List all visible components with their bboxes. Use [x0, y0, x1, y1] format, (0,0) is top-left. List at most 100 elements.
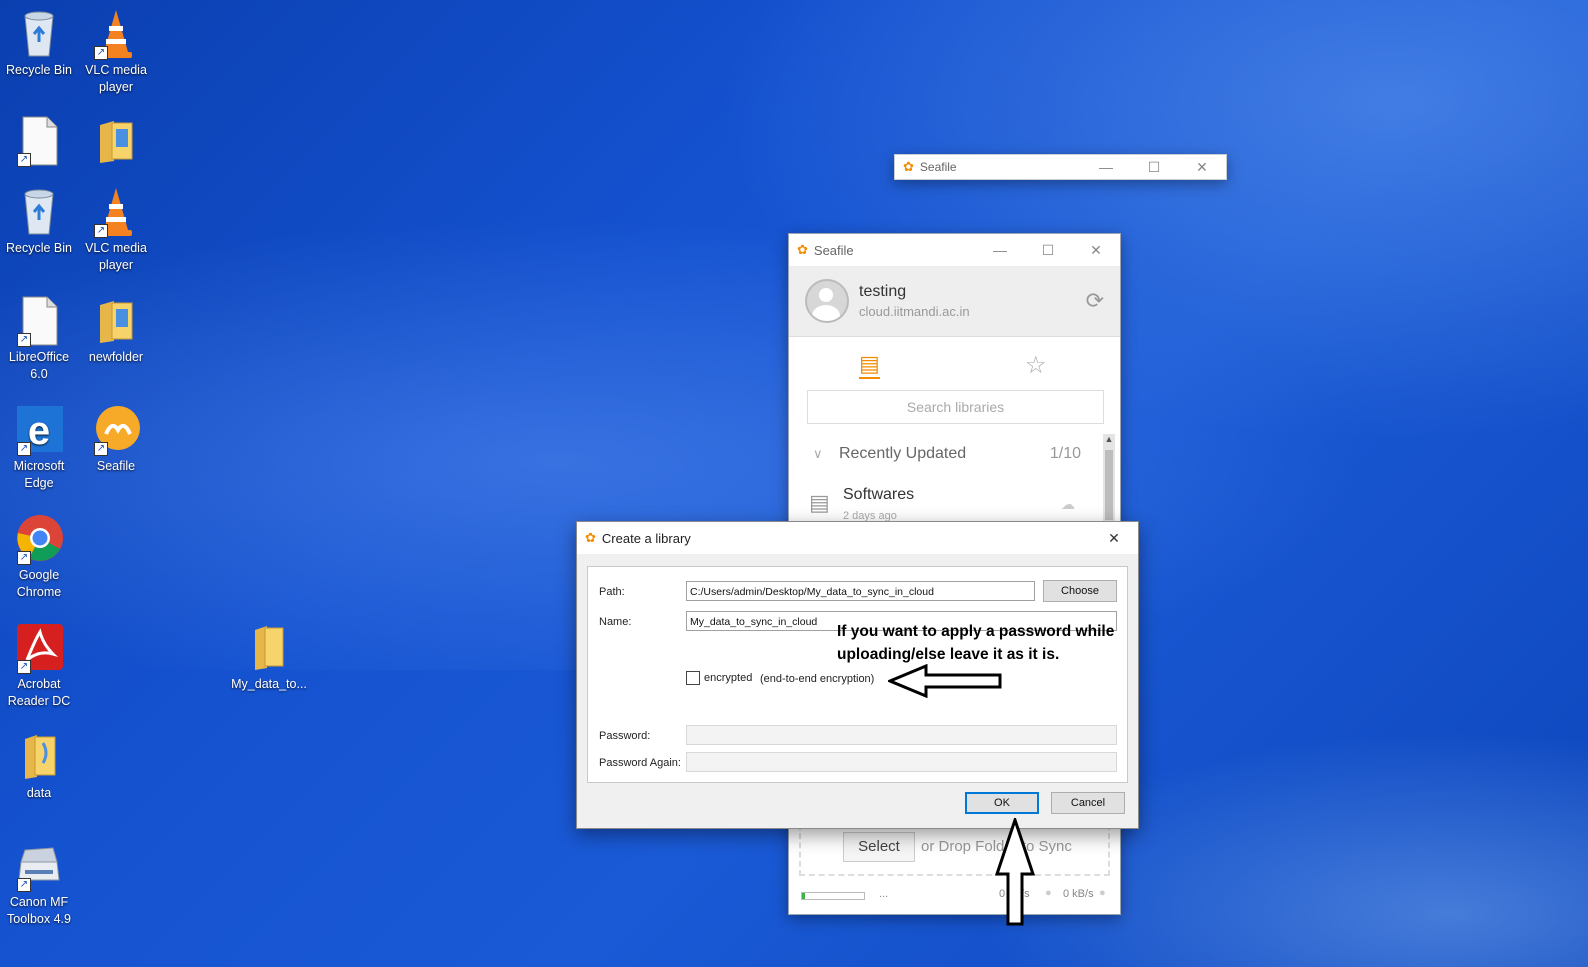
desktop-icon-label: Google Chrome	[16, 568, 62, 599]
upload-rate: 0 kB/s	[1063, 888, 1094, 900]
desktop-icon-data[interactable]: data	[0, 731, 78, 802]
desktop-icon-chrome[interactable]: ↗ Google Chrome	[0, 513, 78, 601]
encrypted-hint: (end-to-end encryption)	[760, 673, 875, 685]
scrollbar-thumb[interactable]	[1105, 450, 1113, 520]
maximize-button[interactable]: ☐	[1024, 242, 1072, 259]
window-title: Seafile	[813, 242, 854, 258]
edge-icon: e ↗	[15, 404, 63, 456]
encrypted-label: encrypted	[704, 672, 753, 684]
desktop-icon-vlc-1[interactable]: ↗ VLC media player	[77, 8, 155, 96]
desktop-icon-edge[interactable]: e ↗ Microsoft Edge	[0, 404, 78, 492]
desktop-icon-canon[interactable]: ↗ Canon MF Toolbox 4.9	[0, 840, 78, 928]
tab-starred[interactable]: ☆	[1025, 351, 1047, 380]
seafile-logo-icon: ✿	[585, 530, 596, 545]
dialog-form: Path: C:/Users/admin/Desktop/My_data_to_…	[587, 566, 1128, 783]
seafile-logo-icon: ✿	[903, 159, 914, 174]
chrome-icon: ↗	[15, 513, 63, 565]
create-library-dialog[interactable]: ✿ Create a library ✕ Path: C:/Users/admi…	[576, 521, 1139, 829]
shortcut-arrow-icon: ↗	[94, 442, 108, 456]
desktop-icon-label: VLC media player	[85, 63, 147, 94]
tab-libraries[interactable]: ▤	[859, 351, 880, 379]
desktop-icon-recycle-bin-1[interactable]: Recycle Bin	[0, 8, 78, 79]
seafile-logo-icon: ✿	[797, 242, 808, 257]
shortcut-arrow-icon: ↗	[17, 878, 31, 892]
progress-bar	[801, 892, 865, 900]
minimize-button[interactable]: —	[976, 242, 1024, 259]
section-title: Recently Updated	[838, 445, 967, 462]
choose-button[interactable]: Choose	[1043, 580, 1117, 602]
shortcut-arrow-icon: ↗	[94, 46, 108, 60]
dialog-title: Create a library	[601, 530, 691, 546]
cloud-icon: ☁	[1061, 496, 1075, 512]
desktop-icon-acrobat[interactable]: ↗ Acrobat Reader DC	[0, 622, 78, 710]
shortcut-arrow-icon: ↗	[17, 660, 31, 674]
upload-icon: ●	[1099, 887, 1106, 899]
scrollbar-up-arrow[interactable]: ▲	[1103, 434, 1115, 444]
avatar[interactable]	[805, 279, 849, 323]
cancel-button[interactable]: Cancel	[1051, 792, 1125, 814]
svg-text:e: e	[28, 409, 50, 453]
scrollbar[interactable]: ▲	[1103, 434, 1115, 524]
library-icon: ▤	[809, 490, 830, 515]
vlc-cone-icon: ↗	[92, 8, 140, 60]
minimize-button[interactable]: —	[1082, 159, 1130, 176]
account-header[interactable]: testing cloud.iitmandi.ac.in ⟳	[789, 266, 1120, 337]
desktop-icon-my-data[interactable]: My_data_to...	[230, 622, 308, 693]
desktop-icon-vlc-2[interactable]: ↗ VLC media player	[77, 186, 155, 274]
shortcut-arrow-icon: ↗	[17, 153, 31, 167]
desktop-icon-libreoffice[interactable]: ↗ LibreOffice 6.0	[0, 295, 78, 383]
folder-icon	[15, 731, 63, 783]
password-field[interactable]	[686, 725, 1117, 745]
refresh-icon[interactable]: ⟳	[1086, 288, 1104, 314]
password-label: Password:	[599, 730, 651, 742]
recycle-bin-icon	[15, 186, 63, 238]
name-label: Name:	[599, 616, 632, 628]
folder-icon	[92, 295, 140, 347]
maximize-button[interactable]: ☐	[1130, 159, 1178, 176]
path-field[interactable]: C:/Users/admin/Desktop/My_data_to_sync_i…	[686, 581, 1035, 601]
scanner-icon: ↗	[15, 840, 63, 892]
shortcut-arrow-icon: ↗	[94, 224, 108, 238]
left-arrow-icon	[888, 664, 1002, 698]
status-ellipsis: ...	[879, 888, 889, 900]
desktop-icon-doc-partial[interactable]: ↗	[0, 115, 78, 177]
desktop-icon-label: Canon MF Toolbox 4.9	[7, 895, 71, 926]
password-again-label: Password Again:	[599, 757, 681, 769]
desktop-icon-label: LibreOffice 6.0	[8, 350, 70, 381]
annotation-line: If you want to apply a password while	[837, 623, 1115, 640]
desktop-icon-folder-partial[interactable]	[77, 115, 155, 177]
library-name: Softwares	[843, 486, 915, 503]
encrypted-checkbox[interactable]	[686, 671, 700, 685]
close-button[interactable]: ✕	[1178, 159, 1226, 176]
drop-area[interactable]: Select or Drop Folder to Sync	[799, 824, 1110, 876]
desktop-icon-label: Microsoft Edge	[13, 459, 65, 490]
ok-button[interactable]: OK	[965, 792, 1039, 814]
document-icon: ↗	[15, 115, 63, 167]
desktop-icon-label: Acrobat Reader DC	[7, 677, 71, 708]
download-icon: ●	[1045, 887, 1052, 899]
recycle-bin-icon	[15, 8, 63, 60]
shortcut-arrow-icon: ↗	[17, 333, 31, 347]
desktop-icon-label: Recycle Bin	[6, 63, 72, 77]
account-name: testing	[859, 283, 907, 300]
seafile-back-window[interactable]: ✿ Seafile — ☐ ✕	[894, 154, 1227, 180]
desktop-icon-newfolder[interactable]: newfolder	[77, 295, 155, 366]
desktop-icon-seafile[interactable]: ↗ Seafile	[77, 404, 155, 475]
password-again-field[interactable]	[686, 752, 1117, 772]
status-bar: ... 0 kB/s ● 0 kB/s ●	[799, 886, 1110, 906]
select-button[interactable]: Select	[843, 832, 915, 862]
path-label: Path:	[599, 586, 625, 598]
close-button[interactable]: ✕	[1072, 242, 1120, 259]
desktop-icon-recycle-bin-2[interactable]: Recycle Bin	[0, 186, 78, 257]
shortcut-arrow-icon: ↗	[17, 551, 31, 565]
close-button[interactable]: ✕	[1090, 530, 1138, 547]
search-input[interactable]: Search libraries	[807, 390, 1104, 424]
chevron-down-icon: ∨	[813, 446, 823, 461]
shortcut-arrow-icon: ↗	[17, 442, 31, 456]
progress-fill	[802, 893, 805, 899]
recently-updated-section[interactable]: ∨ Recently Updated 1/10	[807, 439, 1083, 469]
annotation-line: uploading/else leave it as it is.	[837, 646, 1060, 663]
account-server: cloud.iitmandi.ac.in	[859, 304, 970, 319]
desktop-icon-label: Seafile	[96, 459, 136, 473]
library-item[interactable]: ▤ Softwares 2 days ago ☁	[807, 482, 1083, 522]
